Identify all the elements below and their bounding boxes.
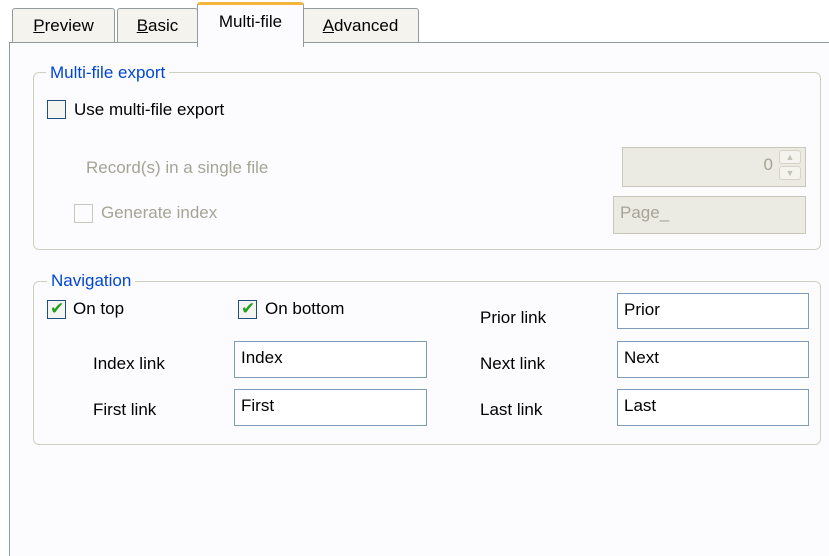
records-in-single-file-label: Record(s) in a single file <box>86 158 269 177</box>
tab-multi-file-label: Multi-file <box>218 12 283 31</box>
next-link-input[interactable]: Next <box>617 341 809 378</box>
index-link-value: Index <box>241 348 283 367</box>
on-bottom-label[interactable]: On bottom <box>265 298 344 320</box>
next-link-label: Next link <box>480 354 546 373</box>
use-multi-file-label[interactable]: Use multi-file export <box>74 99 224 121</box>
spin-down-icon[interactable]: ▼ <box>779 166 801 180</box>
tab-multi-file[interactable]: Multi-file <box>197 2 304 47</box>
first-link-value: First <box>241 396 275 415</box>
use-multi-file-checkbox[interactable] <box>47 100 66 119</box>
tab-preview[interactable]: Preview <box>12 8 115 43</box>
index-link-label: Index link <box>93 354 165 373</box>
tab-basic-label-rest: asic <box>148 16 179 35</box>
prior-link-value: Prior <box>624 300 660 319</box>
prior-link-input[interactable]: Prior <box>617 293 809 329</box>
tab-preview-label-rest: review <box>44 16 94 35</box>
first-link-label: First link <box>93 400 157 419</box>
multi-file-export-legend: Multi-file export <box>46 63 170 83</box>
navigation-legend: Navigation <box>47 271 136 291</box>
tab-advanced-mnemonic: A <box>322 16 335 35</box>
on-top-label[interactable]: On top <box>73 298 124 320</box>
first-link-input[interactable]: First <box>234 389 427 426</box>
index-prefix-value: Page_ <box>620 203 670 222</box>
check-mark-icon: ✔ <box>241 299 256 318</box>
index-link-input[interactable]: Index <box>234 341 427 378</box>
spinner-buttons: ▲ ▼ <box>779 150 803 180</box>
records-per-file-value: 0 <box>763 155 773 174</box>
on-bottom-checkbox[interactable]: ✔ <box>238 299 257 319</box>
last-link-input[interactable]: Last <box>617 389 809 426</box>
index-prefix-input[interactable]: Page_ <box>613 196 806 234</box>
tab-basic-mnemonic: B <box>136 16 149 35</box>
records-per-file-spinner[interactable]: 0 ▲ ▼ <box>622 147 806 187</box>
last-link-value: Last <box>624 396 657 415</box>
next-link-value: Next <box>624 348 659 367</box>
tab-basic[interactable]: Basic <box>117 8 198 43</box>
generate-index-checkbox[interactable] <box>74 204 93 223</box>
tab-advanced-label-rest: dvanced <box>334 16 399 35</box>
check-mark-icon: ✔ <box>50 299 65 318</box>
on-top-checkbox[interactable]: ✔ <box>47 299 66 319</box>
prior-link-label: Prior link <box>480 308 547 327</box>
tab-advanced[interactable]: Advanced <box>302 8 419 43</box>
spin-up-icon[interactable]: ▲ <box>779 150 801 164</box>
tab-preview-mnemonic: P <box>33 16 45 35</box>
generate-index-label: Generate index <box>101 203 218 222</box>
last-link-label: Last link <box>480 400 543 419</box>
